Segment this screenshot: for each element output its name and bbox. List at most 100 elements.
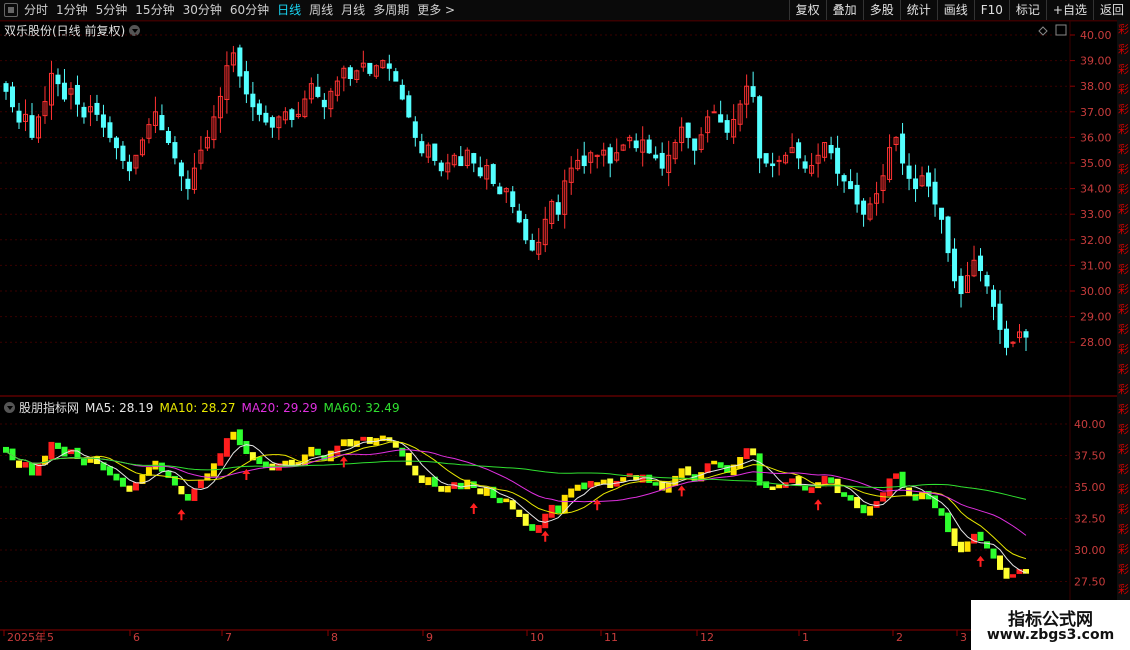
side-label: 彩: [1118, 163, 1129, 176]
indicator-bar: [828, 477, 835, 483]
candle-body: [289, 109, 295, 120]
candle-body: [633, 140, 639, 149]
indicator-bar: [938, 508, 945, 516]
indicator-bar: [958, 541, 965, 553]
side-label: 彩: [1118, 383, 1129, 396]
ma5-value: MA5: 28.19: [85, 400, 154, 415]
indicator-bar: [405, 452, 412, 466]
indicator-bar: [854, 497, 861, 509]
indicator-bar: [951, 528, 958, 546]
candle-body: [367, 62, 373, 74]
indicator-bar: [548, 504, 555, 518]
indicator-bar: [503, 498, 510, 503]
indicator-bar: [425, 477, 432, 486]
indicator-bar: [678, 468, 685, 478]
indicator-bar: [899, 471, 906, 488]
price-tick-label: 29.00: [1080, 311, 1112, 324]
indicator-bar: [860, 504, 867, 514]
indicator-name: 股朋指标网: [19, 401, 80, 415]
side-label: 彩: [1118, 83, 1129, 96]
indicator-bar: [412, 465, 419, 476]
indicator-tick-label: 27.50: [1074, 576, 1106, 589]
indicator-bar: [119, 477, 126, 487]
indicator-bar: [113, 473, 120, 481]
candle-body: [757, 96, 763, 159]
indicator-bar: [314, 448, 321, 456]
price-tick-label: 36.00: [1080, 131, 1112, 144]
candle-body: [159, 115, 165, 131]
candle-body: [237, 47, 243, 77]
indicator-tick-label: 37.50: [1074, 450, 1106, 463]
candle-body: [256, 103, 262, 115]
indicator-bar: [756, 453, 763, 486]
side-label: 彩: [1118, 363, 1129, 376]
candle-body: [477, 167, 483, 177]
indicator-bar: [529, 524, 536, 531]
buy-arrow-icon: [469, 503, 478, 514]
time-label: 7: [225, 631, 232, 644]
buy-arrow-icon: [541, 530, 550, 542]
side-label: 彩: [1118, 503, 1129, 516]
candle-body: [74, 84, 80, 105]
candle-body: [1004, 328, 1010, 348]
candle-body: [243, 71, 249, 95]
candle-body: [94, 102, 100, 115]
side-label: 彩: [1118, 283, 1129, 296]
indicator-bar: [243, 441, 250, 454]
buy-arrow-icon: [814, 499, 823, 511]
indicator-bar: [769, 486, 776, 490]
indicator-bar: [542, 513, 549, 529]
candle-body: [471, 153, 477, 164]
candle-body: [3, 83, 9, 92]
candle-body: [841, 175, 847, 182]
indicator-bar: [522, 513, 529, 526]
indicator-bar: [945, 512, 952, 533]
candle-body: [126, 161, 132, 172]
candle-body: [107, 122, 113, 138]
indicator-bar: [893, 473, 900, 479]
side-label: 彩: [1118, 423, 1129, 436]
indicator-bar: [87, 458, 94, 463]
candle-body: [315, 86, 321, 97]
price-tick-label: 30.00: [1080, 285, 1112, 298]
price-tick-label: 37.00: [1080, 106, 1112, 119]
indicator-bar: [574, 484, 581, 491]
right-side-panel[interactable]: 彩彩彩彩彩彩彩彩彩彩彩彩彩彩彩彩彩彩彩彩彩彩彩彩彩彩彩彩彩彩彩: [1117, 20, 1130, 650]
candle-body: [607, 147, 613, 164]
candle-body: [1023, 331, 1029, 338]
indicator-bar: [750, 448, 757, 456]
indicator-tick-label: 40.00: [1074, 418, 1106, 431]
candle-body: [406, 95, 412, 118]
candle-body: [945, 216, 951, 254]
candle-body: [393, 71, 399, 82]
time-label: 2: [896, 631, 903, 644]
price-tick-label: 32.00: [1080, 234, 1112, 247]
candle-body: [952, 248, 958, 282]
time-label: 11: [604, 631, 618, 644]
time-label: 3: [960, 631, 967, 644]
candle-body: [991, 289, 997, 307]
candle-body: [9, 86, 15, 108]
indicator-bar: [737, 457, 744, 469]
indicator-bar: [262, 461, 269, 468]
side-label: 彩: [1118, 143, 1129, 156]
indicator-dropdown-icon[interactable]: [4, 402, 15, 413]
candle-body: [347, 67, 353, 80]
time-label: 10: [530, 631, 544, 644]
side-label: 彩: [1118, 23, 1129, 36]
candle-body: [29, 115, 35, 138]
kline-chart[interactable]: 40.00 39.00 38.00 37.00 36.00 35.00 34.00 33.00…: [0, 0, 1130, 650]
indicator-bar: [620, 477, 627, 482]
indicator-bar: [334, 445, 341, 455]
indicator-bar: [28, 462, 35, 476]
indicator-bar: [360, 436, 367, 441]
candle-body: [555, 202, 561, 215]
candle-body: [490, 164, 496, 184]
indicator-bar: [971, 533, 978, 544]
buy-arrow-icon: [677, 485, 686, 497]
buy-arrow-icon: [976, 555, 985, 567]
price-tick-label: 40.00: [1080, 29, 1112, 42]
indicator-tick-label: 32.50: [1074, 513, 1106, 526]
indicator-tick-label: 30.00: [1074, 544, 1106, 557]
side-label: 彩: [1118, 543, 1129, 556]
